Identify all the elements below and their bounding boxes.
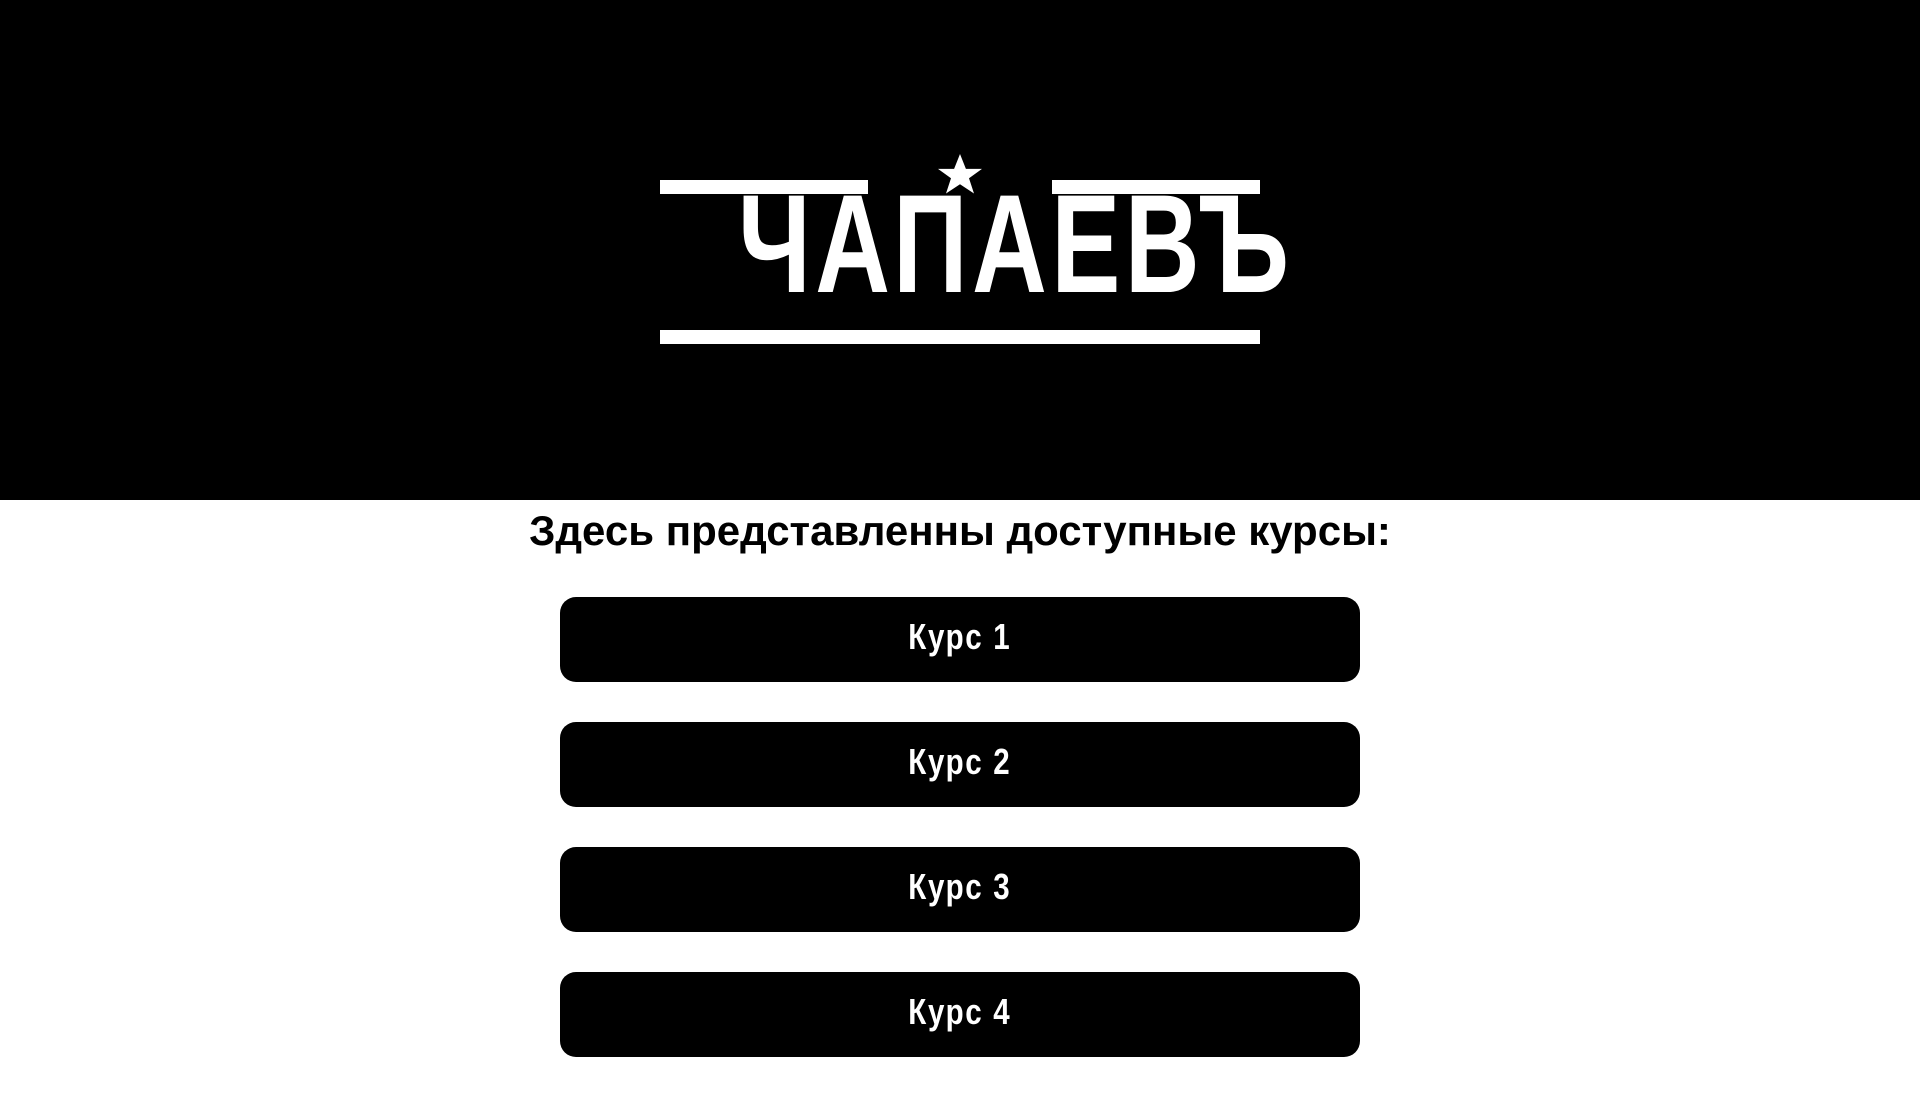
chapaev-logo[interactable]: ЧАПАЕВЪ — [660, 150, 1294, 350]
course-list: Курс 1 Курс 2 Курс 3 Курс 4 — [560, 597, 1360, 1097]
course-2-label: Курс 2 — [908, 741, 1012, 782]
course-4-button[interactable]: Курс 4 — [560, 972, 1360, 1057]
course-3-button[interactable]: Курс 3 — [560, 847, 1360, 932]
logo-wordmark: ЧАПАЕВЪ — [738, 165, 1294, 322]
logo-bottom-bar — [660, 330, 1260, 344]
course-1-label: Курс 1 — [908, 616, 1012, 657]
course-4-label: Курс 4 — [908, 991, 1012, 1032]
course-3-label: Курс 3 — [908, 866, 1012, 907]
course-1-button[interactable]: Курс 1 — [560, 597, 1360, 682]
site-header: ЧАПАЕВЪ — [0, 0, 1920, 500]
course-2-button[interactable]: Курс 2 — [560, 722, 1360, 807]
page-subtitle: Здесь представленны доступные курсы: — [529, 507, 1391, 554]
